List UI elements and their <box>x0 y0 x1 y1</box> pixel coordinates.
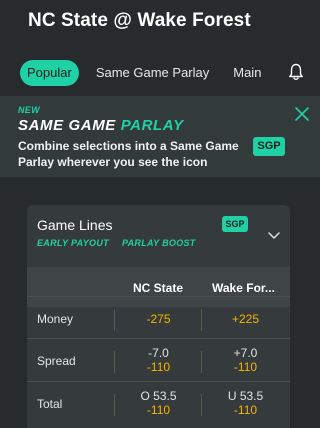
odds-value: -110 <box>146 360 171 374</box>
column-header-nc-state: NC State <box>133 281 184 295</box>
odds-value: +225 <box>231 312 260 326</box>
tab-popular[interactable]: Popular <box>20 60 79 86</box>
chevron-down-icon[interactable] <box>267 231 281 241</box>
line-value: O 53.5 <box>140 389 177 403</box>
promo-title-part2: PARLAY <box>120 117 184 134</box>
divider <box>114 351 115 373</box>
tab-bar: Popular Same Game Parlay Main <box>20 58 320 88</box>
row-label: Total <box>37 397 63 411</box>
divider <box>114 309 115 331</box>
odds-button-spread-home[interactable]: +7.0 -110 <box>208 339 283 384</box>
tab-same-game-parlay[interactable]: Same Game Parlay <box>89 60 216 86</box>
odds-button-total-home[interactable]: U 53.5 -110 <box>208 382 283 427</box>
promo-new-label: NEW <box>18 105 40 115</box>
tab-main[interactable]: Main <box>226 60 268 86</box>
line-value: -7.0 <box>148 346 169 360</box>
page-title: NC State @ Wake Forest <box>28 10 251 31</box>
column-header-wake-forest: Wake For... <box>212 281 275 295</box>
odds-value: -110 <box>233 360 258 374</box>
row-label: Spread <box>37 354 76 368</box>
divider <box>201 394 202 416</box>
row-label: Money <box>37 312 74 326</box>
odds-value: -110 <box>233 403 258 417</box>
promo-description: Combine selections into a Same Game Parl… <box>18 139 239 169</box>
divider <box>201 309 202 331</box>
line-value: +7.0 <box>233 346 258 360</box>
line-value: U 53.5 <box>227 389 264 403</box>
bell-icon[interactable] <box>288 63 304 81</box>
close-icon[interactable] <box>294 106 310 122</box>
table-row-money: Money -275 +225 <box>27 296 290 341</box>
divider <box>114 394 115 416</box>
odds-button-total-away[interactable]: O 53.5 -110 <box>121 382 196 427</box>
odds-button-money-home[interactable]: +225 <box>208 297 283 342</box>
early-payout-tag: EARLY PAYOUT <box>37 238 109 248</box>
game-lines-card: Game Lines SGP EARLY PAYOUT PARLAY BOOST… <box>27 205 290 428</box>
game-lines-title: Game Lines <box>37 217 113 233</box>
promo-sgp-badge: SGP <box>253 137 285 156</box>
promo-title-part1: SAME GAME <box>18 117 121 134</box>
odds-button-money-away[interactable]: -275 <box>121 297 196 342</box>
odds-button-spread-away[interactable]: -7.0 -110 <box>121 339 196 384</box>
odds-value: -275 <box>146 312 171 326</box>
game-lines-sgp-badge: SGP <box>222 216 248 232</box>
table-row-spread: Spread -7.0 -110 +7.0 -110 <box>27 338 290 383</box>
table-row-total: Total O 53.5 -110 U 53.5 -110 <box>27 381 290 426</box>
divider <box>201 351 202 373</box>
odds-value: -110 <box>146 403 171 417</box>
promo-title: SAME GAME PARLAY <box>18 117 184 134</box>
parlay-boost-tag: PARLAY BOOST <box>122 238 196 248</box>
